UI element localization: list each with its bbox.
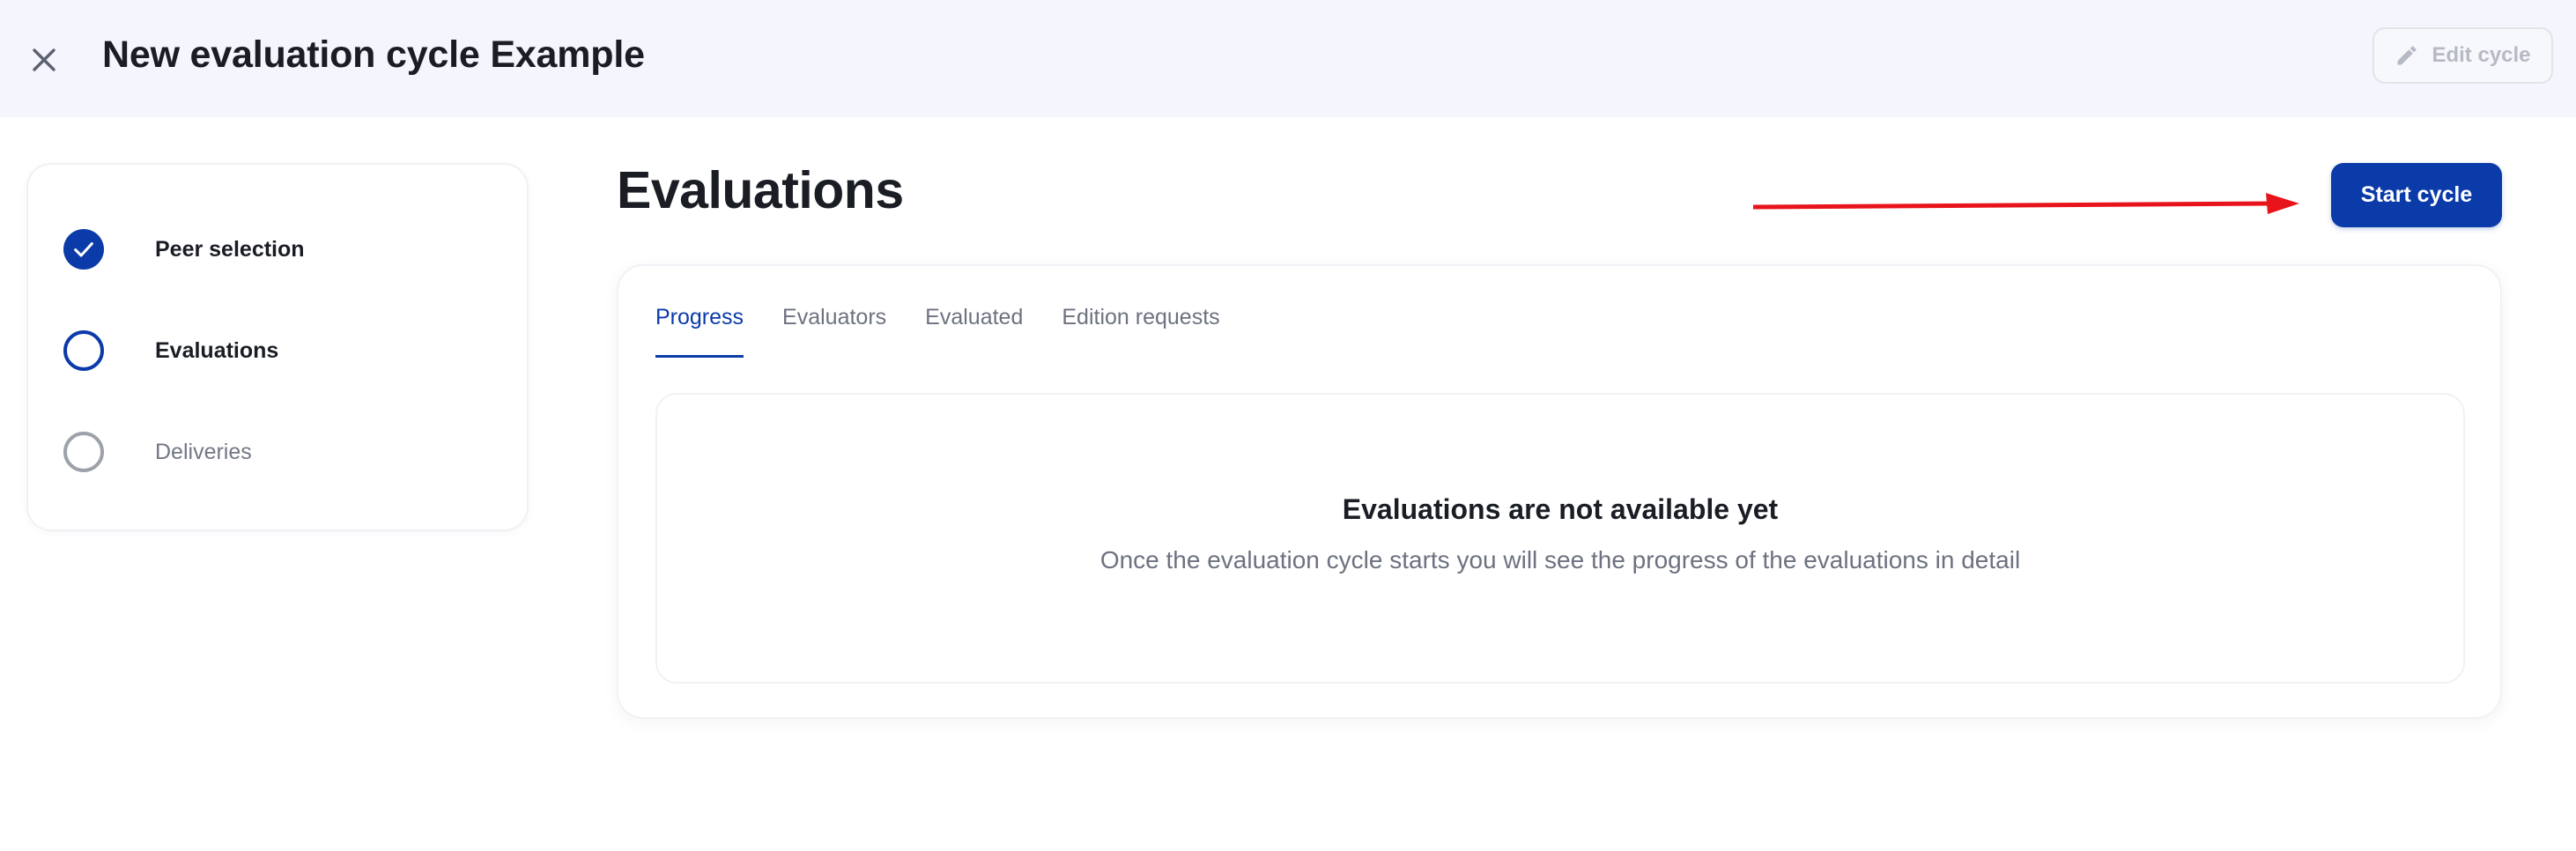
- tab-evaluators[interactable]: Evaluators: [782, 300, 886, 358]
- step-peer-selection[interactable]: Peer selection: [63, 228, 305, 270]
- section-title: Evaluations: [617, 161, 904, 219]
- pencil-icon: [2397, 46, 2417, 65]
- edit-cycle-button[interactable]: Edit cycle: [2372, 27, 2553, 84]
- edit-cycle-label: Edit cycle: [2432, 43, 2531, 67]
- step-evaluations[interactable]: Evaluations: [63, 329, 278, 372]
- tab-bar: Progress Evaluators Evaluated Edition re…: [655, 300, 1259, 358]
- top-bar: New evaluation cycle Example Edit cycle: [0, 0, 2576, 117]
- evaluations-panel: Progress Evaluators Evaluated Edition re…: [617, 264, 2502, 719]
- empty-state: Evaluations are not available yet Once t…: [655, 393, 2465, 684]
- close-button[interactable]: [25, 41, 63, 79]
- tab-progress[interactable]: Progress: [655, 300, 744, 358]
- annotation-arrow: [1753, 193, 2299, 214]
- start-cycle-button[interactable]: Start cycle: [2331, 163, 2502, 227]
- empty-state-title: Evaluations are not available yet: [1342, 493, 1779, 525]
- step-completed-indicator: [63, 229, 104, 270]
- cycle-stepper: Peer selection Evaluations Deliveries: [26, 163, 529, 531]
- close-icon: [33, 48, 56, 71]
- step-label: Evaluations: [155, 337, 279, 363]
- step-current-indicator: [63, 330, 104, 371]
- step-label: Deliveries: [155, 439, 252, 464]
- step-label: Peer selection: [155, 236, 305, 262]
- tab-edition-requests[interactable]: Edition requests: [1062, 300, 1219, 358]
- checkmark-icon: [74, 242, 93, 257]
- step-pending-indicator: [63, 432, 104, 472]
- empty-state-description: Once the evaluation cycle starts you wil…: [1099, 546, 2021, 574]
- step-deliveries[interactable]: Deliveries: [63, 431, 252, 473]
- tab-evaluated[interactable]: Evaluated: [925, 300, 1023, 358]
- page-title: New evaluation cycle Example: [102, 33, 645, 76]
